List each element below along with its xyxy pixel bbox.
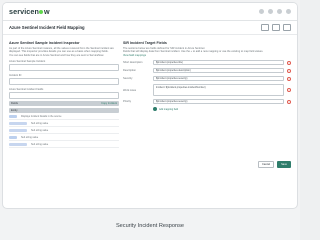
page-header: Azure Sentinel Incident Field Mapping [3, 21, 297, 35]
mapping-label: Work notes [123, 88, 137, 92]
search-icon[interactable] [259, 9, 264, 14]
notifications-icon[interactable] [277, 9, 282, 14]
list-chip [9, 135, 17, 139]
entity-bar-label: Entity [11, 109, 18, 113]
mapping-row: Priority ${incident.properties.severity} [123, 99, 291, 105]
list-item-text: Sub string value [31, 128, 49, 132]
cancel-button[interactable]: Cancel [258, 161, 275, 168]
top-icons [259, 9, 291, 14]
fields-bar[interactable]: Fields Copy Incident [9, 101, 119, 107]
add-mapping-label: Add mapping field [159, 107, 179, 111]
mapping-row: Severity ${incident.properties.severity} [123, 76, 291, 82]
list-chip [9, 142, 27, 146]
list-item[interactable]: Displays Incident Details in the source [9, 113, 119, 121]
list-item[interactable]: Sub string value [9, 127, 119, 135]
settings-icon[interactable] [272, 24, 280, 31]
list-item-text: Sub string value [31, 121, 49, 125]
add-mapping-button[interactable]: Add mapping field [153, 107, 291, 112]
attachment-icon[interactable] [261, 24, 269, 31]
list-item-text: Sub string value [31, 142, 49, 146]
mapping-input[interactable]: ${incident.properties.severity} [153, 99, 284, 105]
avatar[interactable] [286, 9, 291, 14]
mapping-input[interactable]: ${incident.properties.description} [153, 68, 284, 74]
help-icon[interactable] [268, 9, 273, 14]
list-item[interactable]: Sub string value [9, 141, 119, 149]
list-item-text: Sub string value [21, 135, 39, 139]
remove-icon[interactable] [287, 60, 291, 65]
servicenow-logo[interactable]: servicen w [9, 7, 50, 16]
save-button[interactable]: Save [277, 161, 291, 168]
right-panel: SIR Incident Target Fields The sections … [123, 41, 291, 112]
app-window: servicen w Azure Sentinel Incident Field … [3, 3, 297, 208]
copy-incident-link[interactable]: Copy Incident [101, 102, 117, 105]
incident-id-input[interactable] [9, 78, 119, 86]
mapping-label: Short description [123, 61, 143, 65]
list-chip [9, 128, 27, 132]
more-icon[interactable] [283, 24, 291, 31]
remove-icon[interactable] [287, 68, 291, 73]
incident-fields-input[interactable] [9, 92, 119, 100]
plus-icon [153, 107, 157, 112]
list-item-text: Displays Incident Details in the source [21, 114, 62, 118]
remove-icon[interactable] [287, 88, 291, 93]
page-title: Azure Sentinel Incident Field Mapping [9, 25, 85, 30]
left-panel: Azure Sentinel Sample Incident Inspector… [9, 41, 119, 149]
mapping-input[interactable]: ${incident.properties.severity} [153, 76, 284, 82]
left-panel-title: Azure Sentinel Sample Incident Inspector [9, 41, 80, 45]
list-chip [9, 114, 17, 118]
header-actions [261, 24, 291, 31]
list-item[interactable]: Sub string value [9, 120, 119, 128]
mapping-label: Priority [123, 100, 132, 104]
mapping-textarea[interactable]: Incident: ${incident.properties.incident… [153, 84, 284, 97]
incident-fields-label: Azure Sentinel Incident Fields [9, 88, 44, 92]
mapping-row: Work notes Incident: ${incident.properti… [123, 84, 291, 97]
page-frame: servicen w Azure Sentinel Incident Field … [0, 0, 300, 240]
field-mappings-link[interactable]: View field mappings [123, 54, 291, 57]
list-item[interactable]: Sub string value [9, 134, 119, 142]
right-panel-title: SIR Incident Target Fields [123, 41, 167, 45]
left-paragraph-2: You can see fields that are in Azure Sen… [9, 53, 104, 57]
caption: Security Incident Response [115, 223, 185, 229]
sample-incident-label: Azure Sentinel Sample Incident [9, 60, 46, 64]
left-paragraph-1: As part of the Azure Sentinel instance, … [9, 47, 114, 54]
sample-incident-input[interactable] [9, 64, 119, 72]
remove-icon[interactable] [287, 99, 291, 104]
mapping-label: Description [123, 69, 136, 73]
form-actions: Cancel Save [258, 161, 291, 168]
mapping-row: Short description ${incident.properties.… [123, 60, 291, 66]
incident-id-label: Incident ID [9, 74, 22, 78]
mapping-row: Description ${incident.properties.descri… [123, 68, 291, 74]
remove-icon[interactable] [287, 76, 291, 81]
list-chip [9, 121, 27, 125]
mapping-label: Severity [123, 77, 133, 81]
top-navigation: servicen w [3, 3, 297, 21]
mapping-input[interactable]: ${incident.properties.title} [153, 60, 284, 66]
fields-bar-label: Fields [11, 102, 18, 106]
